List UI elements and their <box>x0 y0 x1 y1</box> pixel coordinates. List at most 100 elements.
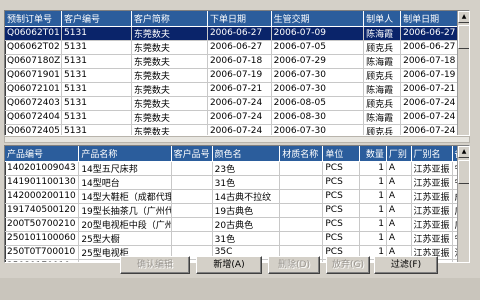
table-cell: Q06072404 <box>5 110 63 125</box>
table-cell: Q06062T02 <box>5 40 63 55</box>
table-cell: 19古典色 <box>212 203 281 218</box>
col-header[interactable]: 客户品号 <box>171 146 213 162</box>
table-cell: 2006-07-21 <box>207 82 272 97</box>
table-cell: 141901100130 <box>5 175 80 190</box>
col-header[interactable]: 单位 <box>322 146 361 162</box>
table-row[interactable]: Q06072404 5131 东莞数夫 2006-07-24 2006-08-30 陈海霞… <box>5 110 469 125</box>
table-cell: 江苏亚振 <box>411 189 453 204</box>
table-cell: 5131 <box>61 40 132 55</box>
col-header[interactable]: 生管交期 <box>271 11 365 27</box>
table-cell: PCS <box>322 231 361 246</box>
table-cell: 顾克兵 <box>363 68 402 83</box>
table-cell: A <box>386 217 412 232</box>
col-header[interactable]: 材质名称 <box>279 146 324 162</box>
table-cell: 1 <box>359 217 387 232</box>
table-cell <box>171 189 213 204</box>
col-header[interactable]: 产品名称 <box>78 146 172 162</box>
table-cell: A <box>386 231 412 246</box>
table-cell: Q06062T01 <box>5 26 63 41</box>
table-cell: 25型大橱 <box>78 231 172 246</box>
table-cell: 14型大鞋柜（成都代理 <box>78 189 172 204</box>
table-cell: 东莞数夫 <box>131 68 208 83</box>
table-row[interactable]: 14190110013014型吧台31色PCS1A江苏亚振宁 <box>5 175 469 190</box>
items-vscrollbar[interactable]: ▲ <box>457 146 469 262</box>
table-cell: 250101100060 <box>5 231 80 246</box>
table-row[interactable]: 19174050012019型长抽茶几（广州代19古典色PCS1A江苏亚振广 <box>5 203 469 218</box>
table-row[interactable]: Q06072403 5131 东莞数夫 2006-07-24 2006-08-05 顾克兵… <box>5 96 469 111</box>
scroll-up-icon[interactable]: ▲ <box>458 146 469 158</box>
button-bar: 确认编辑 新增(A) 删除(D) 放弃(G) 过滤(F) <box>0 256 480 276</box>
table-cell: 东莞数夫 <box>131 40 208 55</box>
table-cell: 1 <box>359 161 387 176</box>
add-button[interactable]: 新增(A) <box>196 256 262 274</box>
discard-button[interactable]: 放弃(G) <box>326 256 370 274</box>
table-row[interactable]: 200T5070021020型电视柜中段（广州20古典色PCS1A江苏亚振广 <box>5 217 469 232</box>
table-cell: 2006-07-24 <box>207 110 272 125</box>
filter-button[interactable]: 过滤(F) <box>374 256 438 274</box>
table-cell: 江苏亚振 <box>411 175 453 190</box>
table-cell: 1 <box>359 231 387 246</box>
table-cell: 1 <box>359 175 387 190</box>
orders-grid[interactable]: 预制订单号 客户编号 客户简称 下单日期 生管交期 制单人 制单日期 Q0606… <box>4 10 470 136</box>
table-cell: 江苏亚振 <box>411 203 453 218</box>
col-header[interactable]: 客户编号 <box>61 11 132 27</box>
table-cell: 2006-06-27 <box>207 40 272 55</box>
table-cell: PCS <box>322 217 361 232</box>
scroll-up-icon[interactable]: ▲ <box>458 11 469 23</box>
table-cell: 200T50700210 <box>5 217 80 232</box>
table-row[interactable]: 14200020011014型大鞋柜（成都代理14古典不拉纹PCS1A江苏亚振成 <box>5 189 469 204</box>
col-header[interactable]: 产品编号 <box>5 146 80 162</box>
table-cell: 2006-07-19 <box>207 68 272 83</box>
table-cell: 14型五尺床邦 <box>78 161 172 176</box>
col-header[interactable]: 预制订单号 <box>5 11 63 27</box>
table-cell: 2006-07-24 <box>207 96 272 111</box>
col-header[interactable]: 制单人 <box>363 11 402 27</box>
table-cell: Q0607180Z <box>5 54 63 69</box>
table-cell <box>279 175 324 190</box>
confirm-edit-button[interactable]: 确认编辑 <box>120 256 190 274</box>
delete-button[interactable]: 删除(D) <box>268 256 320 274</box>
table-cell: 江苏亚振 <box>411 161 453 176</box>
col-header[interactable]: 数量 <box>359 146 387 162</box>
table-cell: 东莞数夫 <box>131 96 208 111</box>
table-cell: 2006-07-18 <box>207 54 272 69</box>
table-cell: 2006-06-27 <box>207 26 272 41</box>
col-header[interactable]: 客户简称 <box>131 11 208 27</box>
table-cell: 5131 <box>61 96 132 111</box>
table-cell: 191740500120 <box>5 203 80 218</box>
orders-hscrollbar[interactable] <box>4 136 470 143</box>
table-cell: 1 <box>359 189 387 204</box>
orders-table: 预制订单号 客户编号 客户简称 下单日期 生管交期 制单人 制单日期 Q0606… <box>5 11 469 136</box>
table-cell: Q06072405 <box>5 124 63 136</box>
table-row[interactable]: Q06062T02 5131 东莞数夫 2006-06-27 2006-07-05 顾克兵… <box>5 40 469 55</box>
table-row[interactable]: Q06071901 5131 东莞数夫 2006-07-19 2006-07-30 顾克兵… <box>5 68 469 83</box>
table-cell: 20型电视柜中段（广州 <box>78 217 172 232</box>
table-row[interactable]: Q0607180Z 5131 东莞数夫 2006-07-18 2006-07-29 陈海霞… <box>5 54 469 69</box>
col-header[interactable]: 厂别 <box>386 146 412 162</box>
table-cell <box>171 175 213 190</box>
table-row[interactable]: 14020100904314型五尺床邦23色PCS1A江苏亚振宁 <box>5 161 469 176</box>
table-cell: 20古典色 <box>212 217 281 232</box>
table-cell: 5131 <box>61 68 132 83</box>
items-grid[interactable]: 产品编号 产品名称 客户品号 颜色名 材质名称 单位 数量 厂别 厂别名 备 1… <box>4 145 470 263</box>
col-header[interactable]: 下单日期 <box>207 11 272 27</box>
table-cell: 14古典不拉纹 <box>212 189 281 204</box>
status-band <box>0 278 480 300</box>
col-header[interactable]: 颜色名 <box>212 146 281 162</box>
col-header[interactable]: 厂别名 <box>411 146 453 162</box>
table-cell: 陈海霞 <box>363 110 402 125</box>
table-cell: 2006-08-05 <box>271 96 365 111</box>
table-row[interactable]: Q06072405 5131 东莞数夫 2006-07-24 2006-07-30 顾克兵… <box>5 124 469 136</box>
table-row[interactable]: Q06072101 5131 东莞数夫 2006-07-21 2006-07-30 陈海霞… <box>5 82 469 97</box>
table-cell: Q06072101 <box>5 82 63 97</box>
scroll-thumb[interactable] <box>458 25 469 49</box>
table-row[interactable]: 25010110006025型大橱31色PCS1A江苏亚振宁 <box>5 231 469 246</box>
orders-vscrollbar[interactable]: ▲ <box>457 11 469 135</box>
table-cell: 陈海霞 <box>363 54 402 69</box>
scroll-thumb[interactable] <box>458 160 469 184</box>
table-cell: 140201009043 <box>5 161 80 176</box>
table-cell: A <box>386 203 412 218</box>
table-row[interactable]: Q06062T01 5131 东莞数夫 2006-06-27 2006-07-09 陈海霞… <box>5 26 469 41</box>
table-cell: 23色 <box>212 161 281 176</box>
items-table: 产品编号 产品名称 客户品号 颜色名 材质名称 单位 数量 厂别 厂别名 备 1… <box>5 146 469 262</box>
